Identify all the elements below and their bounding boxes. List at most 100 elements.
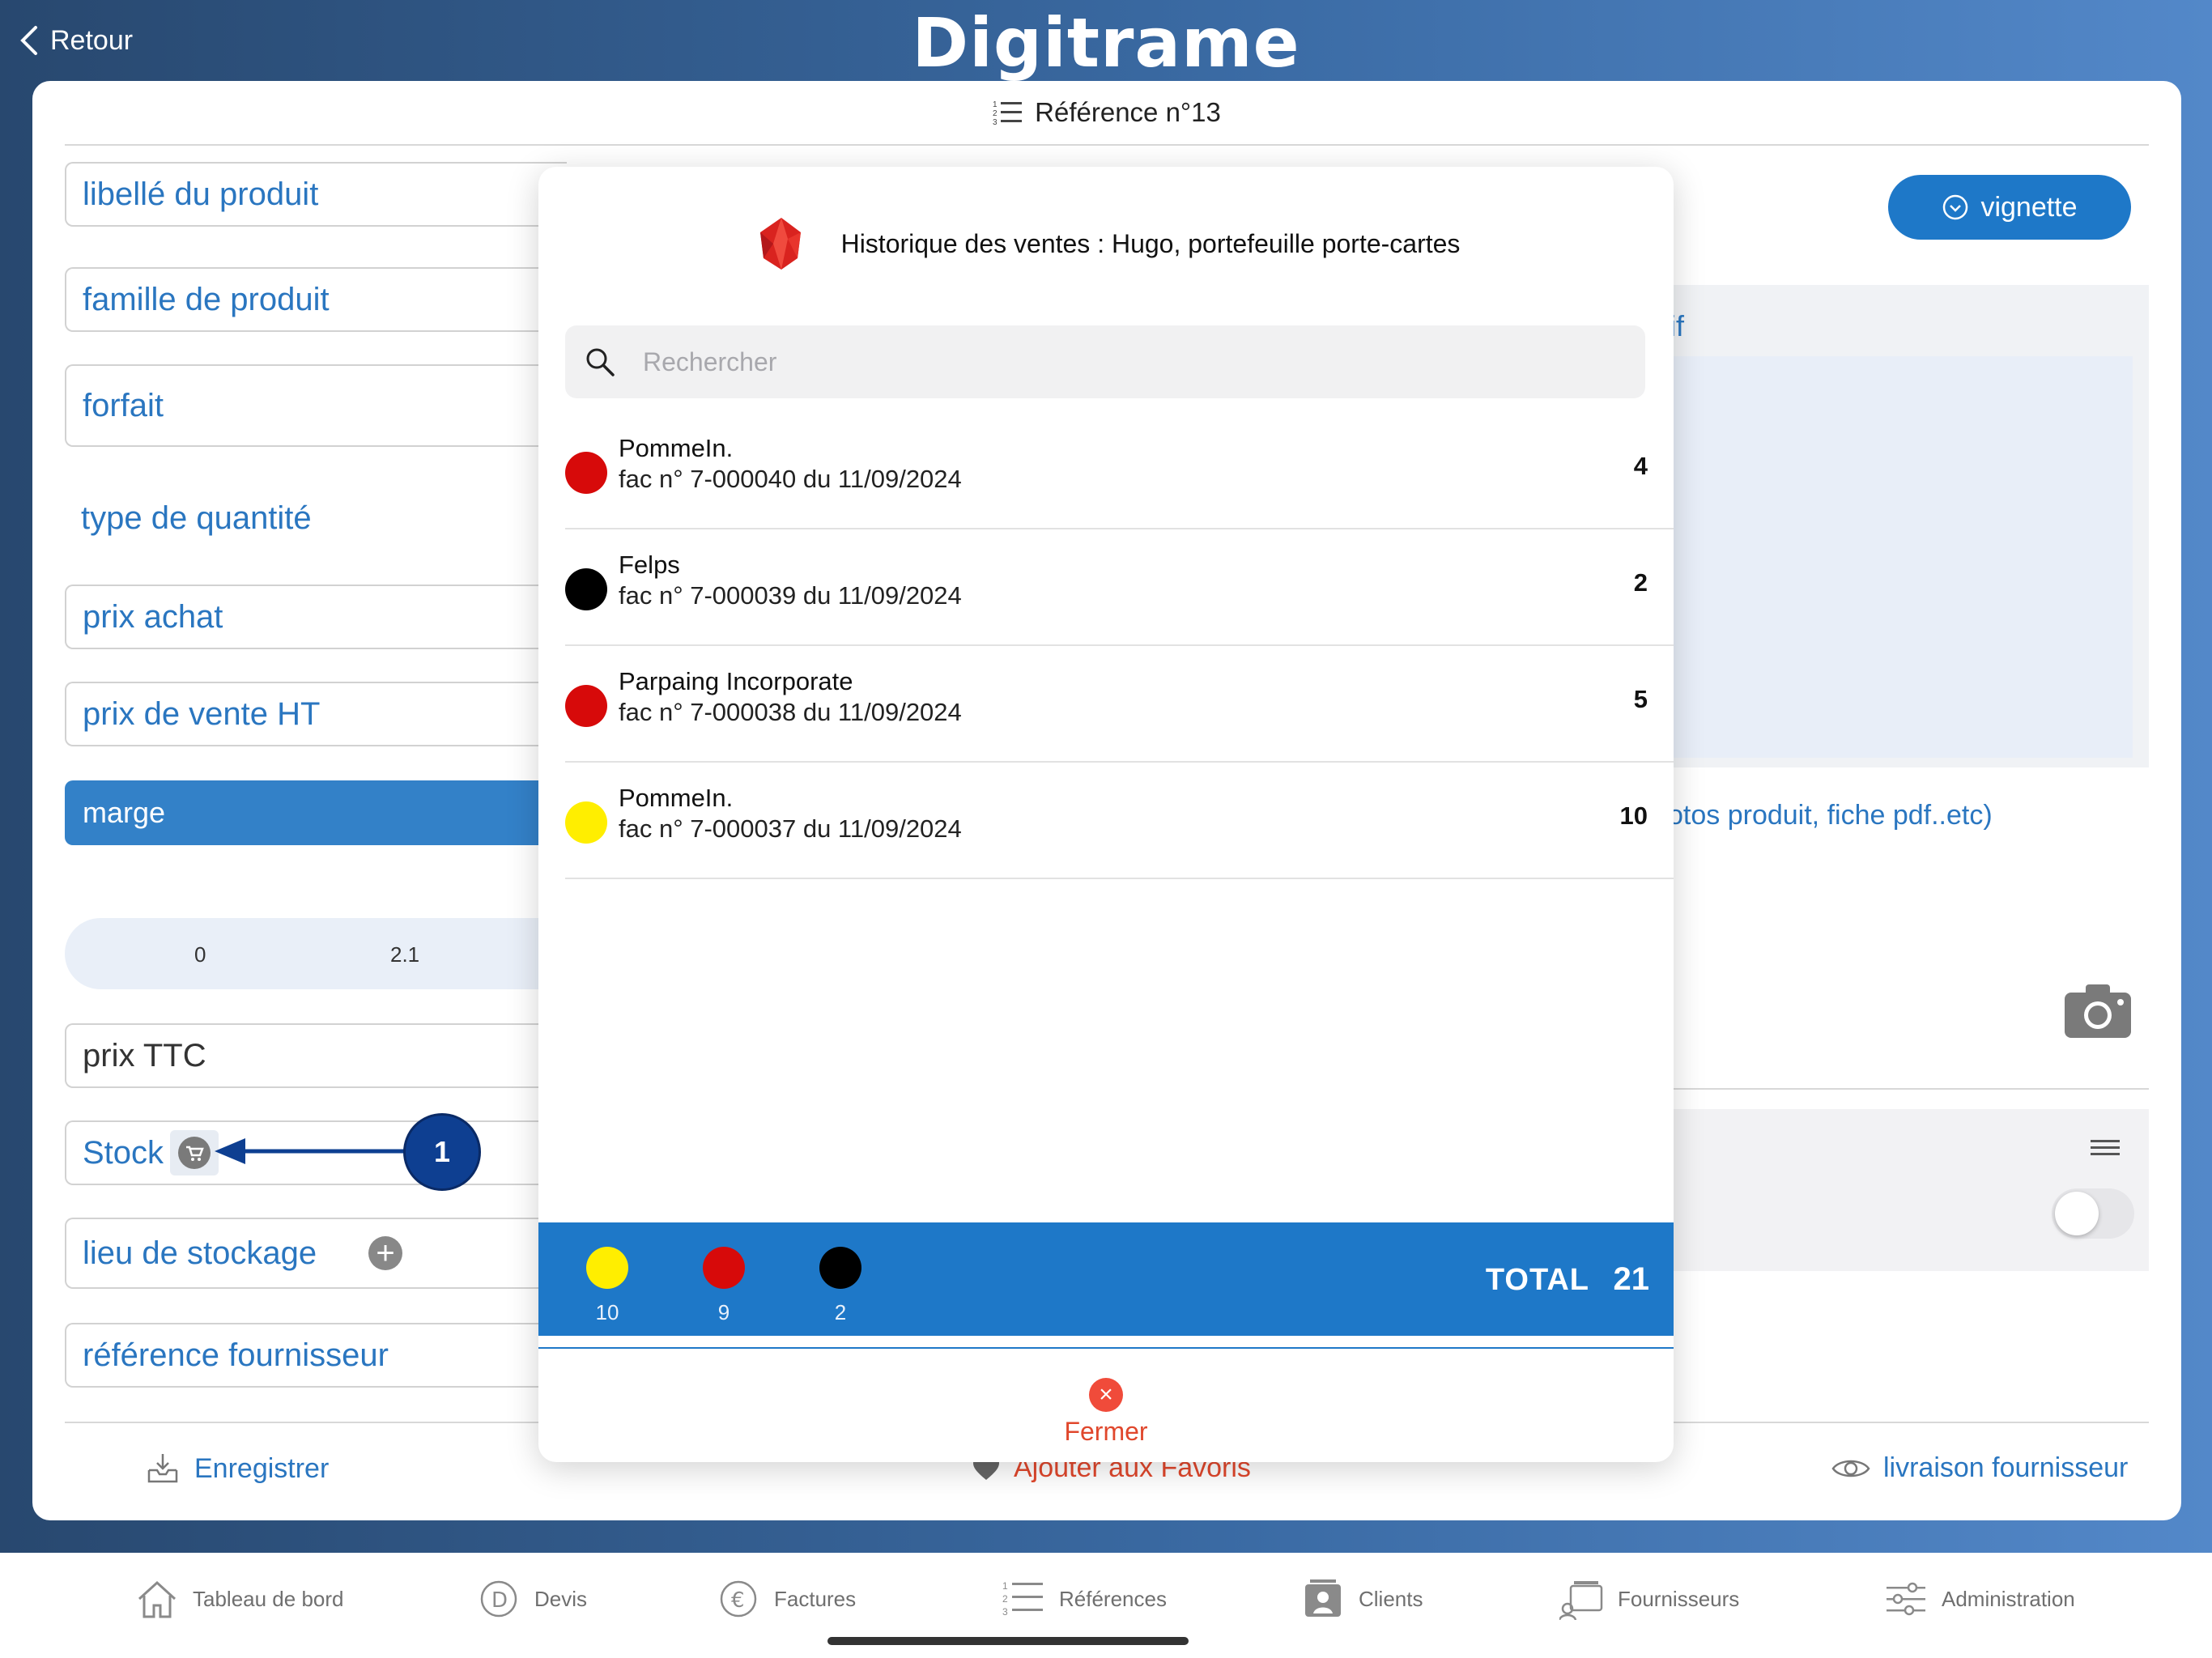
tab-tableau-de-bord[interactable]: Tableau de bord	[134, 1574, 343, 1624]
home-indicator	[827, 1637, 1189, 1645]
lieu-stockage-field[interactable]: lieu de stockage +	[65, 1218, 567, 1289]
search-input[interactable]: Rechercher	[565, 325, 1645, 398]
save-label: Enregistrer	[194, 1452, 330, 1484]
supplier-delivery-button[interactable]: livraison fournisseur	[1831, 1452, 2128, 1484]
product-thumbnail-icon	[751, 215, 810, 273]
vignette-button[interactable]: vignette	[1888, 175, 2131, 240]
list-icon: 1 2 3	[1002, 1580, 1043, 1618]
option-toggle[interactable]	[2052, 1188, 2134, 1239]
libelle-field[interactable]: libellé du produit	[65, 162, 567, 227]
modal-title: Historique des ventes : Hugo, portefeuil…	[840, 228, 1461, 258]
tab-label: Clients	[1359, 1586, 1423, 1611]
type-quantite-label: type de quantité	[81, 500, 312, 536]
ref-fournisseur-label: référence fournisseur	[83, 1337, 389, 1373]
slider-value: 2.1	[390, 942, 420, 967]
suppliers-icon	[1559, 1581, 1603, 1620]
ref-fournisseur-field[interactable]: référence fournisseur	[65, 1323, 567, 1388]
row-client: PommeIn.	[619, 784, 734, 812]
annotation-arrow	[215, 1138, 409, 1164]
marge-label: marge	[83, 796, 166, 829]
svg-text:D: D	[491, 1588, 508, 1613]
total-black-value: 2	[834, 1300, 847, 1324]
total-red-dot	[703, 1247, 745, 1289]
famille-label: famille de produit	[83, 281, 330, 317]
app-logo: Digitrame	[912, 3, 1300, 83]
row-quantity: 4	[1633, 452, 1648, 480]
tab-label: Devis	[534, 1586, 588, 1611]
card-title-text: Référence n°13	[1035, 97, 1221, 127]
lieu-stockage-label: lieu de stockage	[83, 1235, 317, 1271]
menu-icon[interactable]	[2091, 1138, 2120, 1158]
attachments-link[interactable]: otos produit, fiche pdf..etc)	[1668, 800, 1993, 831]
row-quantity: 2	[1633, 568, 1648, 597]
row-quantity: 5	[1633, 685, 1648, 713]
sale-row[interactable]: Parpaing Incorporate fac n° 7-000038 du …	[565, 646, 1674, 763]
total-yellow-value: 10	[595, 1300, 619, 1324]
save-button[interactable]: Enregistrer	[146, 1452, 329, 1485]
svg-text:2: 2	[993, 109, 998, 118]
search-placeholder: Rechercher	[643, 346, 777, 376]
camera-icon[interactable]	[2063, 981, 2133, 1039]
add-lieu-icon[interactable]: +	[368, 1236, 403, 1270]
close-icon: ×	[1089, 1378, 1123, 1412]
tab-factures[interactable]: € Factures	[716, 1574, 856, 1624]
row-invoice: fac n° 7-000038 du 11/09/2024	[619, 698, 962, 726]
toggle-knob	[2055, 1192, 2099, 1235]
svg-text:1: 1	[1002, 1580, 1008, 1592]
forfait-label: forfait	[83, 387, 164, 423]
total-red-value: 9	[717, 1300, 730, 1324]
stock-cart-button[interactable]	[170, 1130, 219, 1175]
euro-icon: €	[720, 1580, 757, 1618]
total-underline	[538, 1347, 1674, 1349]
devis-icon: D	[480, 1580, 517, 1618]
total-black-dot	[819, 1247, 861, 1289]
total-yellow-dot	[586, 1247, 628, 1289]
famille-field[interactable]: famille de produit	[65, 267, 567, 332]
forfait-field[interactable]: forfait	[65, 364, 567, 447]
tab-clients[interactable]: Clients	[1300, 1574, 1423, 1624]
close-button[interactable]: × Fermer	[538, 1378, 1674, 1447]
tab-label: Fournisseurs	[1618, 1586, 1740, 1611]
row-client: PommeIn.	[619, 434, 734, 462]
sliders-icon	[1887, 1582, 1925, 1616]
vignette-label: vignette	[1980, 191, 2078, 223]
tab-references[interactable]: 1 2 3 Références	[1001, 1574, 1167, 1624]
marge-field[interactable]: marge	[65, 780, 567, 845]
popover-pointer	[1087, 147, 1127, 168]
download-tray-icon	[147, 1454, 178, 1483]
libelle-label: libellé du produit	[83, 176, 319, 212]
sale-row[interactable]: PommeIn. fac n° 7-000040 du 11/09/2024 4	[565, 413, 1674, 529]
row-invoice: fac n° 7-000040 du 11/09/2024	[619, 465, 962, 493]
tab-administration[interactable]: Administration	[1883, 1574, 2075, 1624]
list-icon: 1 2 3	[993, 100, 1023, 126]
svg-text:3: 3	[993, 118, 998, 126]
tab-label: Administration	[1942, 1586, 2075, 1611]
sale-row[interactable]: PommeIn. fac n° 7-000037 du 11/09/2024 1…	[565, 763, 1674, 879]
row-color-dot	[565, 685, 607, 727]
sale-row[interactable]: Felps fac n° 7-000039 du 11/09/2024 2	[565, 529, 1674, 646]
sales-history-modal: Historique des ventes : Hugo, portefeuil…	[538, 167, 1674, 1462]
marge-slider[interactable]: 0 2.1	[65, 918, 567, 989]
tab-label: Factures	[774, 1586, 857, 1611]
close-label: Fermer	[1064, 1417, 1148, 1446]
tab-devis[interactable]: D Devis	[476, 1574, 587, 1624]
row-color-dot	[565, 452, 607, 494]
tab-label: Tableau de bord	[193, 1586, 344, 1611]
description-textarea[interactable]	[1668, 356, 2133, 758]
svg-text:€: €	[731, 1588, 745, 1613]
home-icon	[138, 1580, 177, 1618]
prix-achat-field[interactable]: prix achat	[65, 585, 567, 649]
svg-text:2: 2	[1002, 1593, 1008, 1605]
svg-text:3: 3	[1002, 1606, 1008, 1618]
row-color-dot	[565, 801, 607, 844]
prix-ttc-field[interactable]: prix TTC	[65, 1023, 567, 1088]
card-title: 1 2 3 Référence n°13	[32, 97, 2181, 128]
prix-vente-label: prix de vente HT	[83, 695, 321, 732]
slider-min: 0	[194, 942, 206, 967]
tab-fournisseurs[interactable]: Fournisseurs	[1559, 1574, 1739, 1624]
cart-icon	[178, 1137, 211, 1169]
prix-vente-field[interactable]: prix de vente HT	[65, 682, 567, 746]
svg-text:1: 1	[993, 100, 998, 109]
row-color-dot	[565, 568, 607, 610]
type-quantite-field[interactable]: type de quantité	[65, 478, 567, 559]
